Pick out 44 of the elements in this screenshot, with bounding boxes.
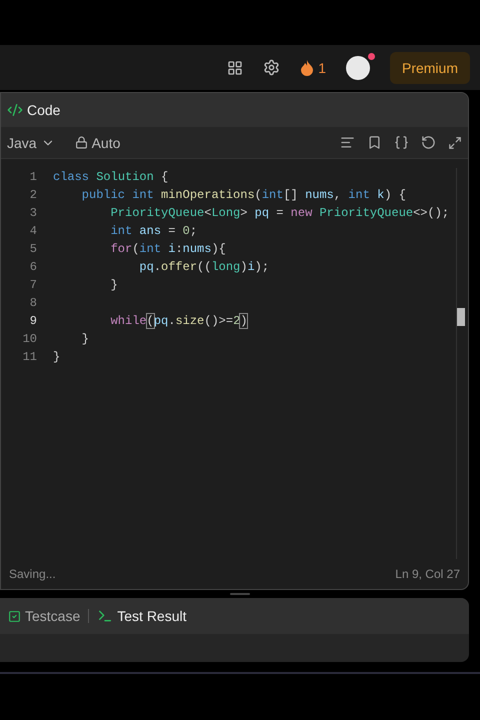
terminal-icon bbox=[97, 608, 114, 624]
mode-label: Auto bbox=[92, 134, 120, 152]
panel-tab[interactable]: Testcase bbox=[8, 606, 80, 626]
line-number: 10 bbox=[22, 331, 37, 348]
bookmark-icon[interactable] bbox=[367, 135, 382, 150]
checkbox-icon bbox=[8, 610, 21, 622]
code-line: PriorityQueue<Long> pq = new PriorityQueue<>(); bbox=[110, 205, 450, 222]
grid-icon[interactable] bbox=[227, 60, 244, 76]
code-icon bbox=[7, 102, 23, 118]
avatar[interactable] bbox=[346, 56, 370, 80]
line-number: 8 bbox=[28, 295, 37, 312]
lock-icon bbox=[74, 136, 88, 149]
braces-icon[interactable] bbox=[394, 135, 409, 150]
code-line: } bbox=[53, 349, 60, 366]
line-number: 3 bbox=[28, 205, 37, 222]
flame-icon bbox=[300, 60, 314, 76]
language-dropdown[interactable]: Java bbox=[7, 132, 55, 152]
line-number: 9 bbox=[28, 313, 37, 330]
line-number: 2 bbox=[28, 187, 37, 204]
line-number: 1 bbox=[28, 169, 37, 186]
code-line: int ans = 0; bbox=[110, 223, 198, 240]
settings-icon[interactable] bbox=[263, 59, 280, 76]
save-status: Saving... bbox=[9, 566, 56, 582]
scrollbar-thumb[interactable] bbox=[457, 308, 465, 326]
line-number: 4 bbox=[28, 223, 37, 240]
code-line: } bbox=[110, 277, 118, 294]
panel-title: Code bbox=[27, 101, 60, 120]
code-line: class Solution { bbox=[53, 169, 168, 186]
line-number: 11 bbox=[22, 349, 37, 366]
line-number: 5 bbox=[28, 241, 37, 258]
code-line: } bbox=[80, 331, 90, 348]
line-number: 6 bbox=[28, 259, 37, 276]
code-line: for(int i:nums){ bbox=[110, 241, 226, 258]
code-line: pq.offer((long)i); bbox=[138, 259, 270, 276]
reset-icon[interactable] bbox=[421, 135, 436, 150]
panel-tab[interactable]: Test Result bbox=[97, 606, 186, 626]
format-icon[interactable] bbox=[340, 135, 355, 150]
expand-icon[interactable] bbox=[448, 136, 462, 150]
code-line: public int minOperations(int[] nums, int k) { bbox=[80, 187, 406, 204]
premium-button[interactable]: Premium bbox=[390, 52, 470, 84]
resize-handle[interactable] bbox=[230, 593, 250, 595]
streak-count: 1 bbox=[318, 58, 326, 78]
line-number: 7 bbox=[28, 277, 37, 294]
cursor-position: Ln 9, Col 27 bbox=[395, 566, 460, 582]
